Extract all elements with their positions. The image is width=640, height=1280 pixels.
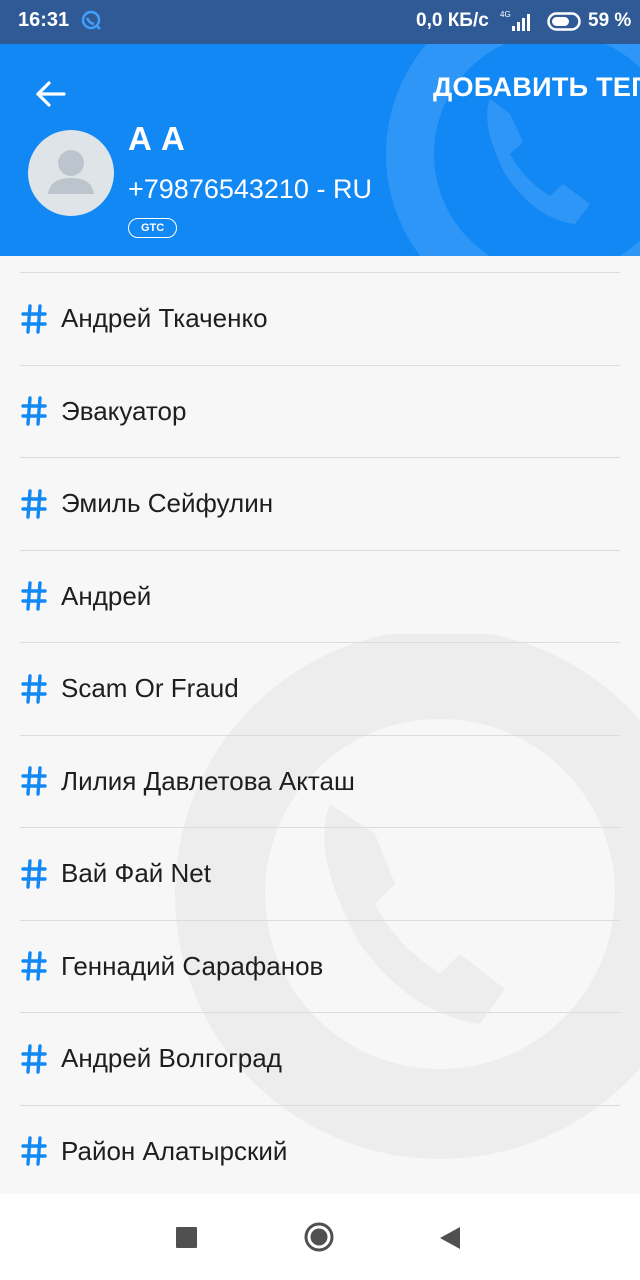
person-icon <box>48 150 94 194</box>
app-notification-icon <box>81 10 101 30</box>
tag-row[interactable]: Эвакуатор <box>20 366 620 458</box>
hashtag-icon <box>21 951 47 981</box>
tag-row[interactable]: Андрей Волгоград <box>20 1013 620 1106</box>
tag-row[interactable]: Scam Or Fraud <box>20 643 620 736</box>
tag-label: Андрей <box>61 580 152 611</box>
hashtag-icon <box>21 396 47 426</box>
tag-label: Эвакуатор <box>61 395 187 426</box>
tag-label: Андрей Ткаченко <box>61 303 268 334</box>
hashtag-icon <box>21 304 47 334</box>
tag-label: Scam Or Fraud <box>61 673 239 704</box>
network-speed: 0,0 КБ/с <box>416 10 489 31</box>
tag-row[interactable]: Вай Фай Net <box>20 828 620 921</box>
status-time: 16:31 <box>18 9 70 31</box>
tag-row[interactable]: Эмиль Сейфулин <box>20 458 620 551</box>
add-tag-button[interactable]: ДОБАВИТЬ ТЕГ <box>433 72 640 103</box>
back-arrow-icon[interactable] <box>28 72 72 116</box>
tag-label: Эмиль Сейфулин <box>61 488 274 519</box>
tag-label: Геннадий Сарафанов <box>61 950 324 981</box>
contact-header: ДОБАВИТЬ ТЕГ А А +79876543210 - RU GTC <box>0 44 640 256</box>
tag-label: Вай Фай Net <box>61 858 211 889</box>
avatar <box>28 130 114 216</box>
hashtag-icon <box>21 1136 47 1166</box>
battery-icon <box>547 12 581 31</box>
hashtag-icon <box>21 581 47 611</box>
battery-percent: 59 % <box>588 10 632 31</box>
hashtag-icon <box>21 489 47 519</box>
tag-label: Район Алатырский <box>61 1135 288 1166</box>
tag-row[interactable]: Андрей <box>20 551 620 643</box>
signal-icon: 4G <box>500 10 530 31</box>
back-triangle-icon[interactable] <box>439 1226 461 1250</box>
tag-row[interactable]: Андрей Ткаченко <box>20 273 620 366</box>
status-bar: 16:31 0,0 КБ/с 4G 59 % <box>0 0 640 44</box>
hashtag-icon <box>21 1044 47 1074</box>
hashtag-icon <box>21 674 47 704</box>
hashtag-icon <box>21 766 47 796</box>
contact-name: А А <box>128 120 185 157</box>
operator-badge: GTC <box>128 218 178 238</box>
tag-label: Андрей Волгоград <box>61 1043 282 1074</box>
tag-label: Лилия Давлетова Акташ <box>61 765 355 796</box>
tag-rows: Андрей Ткаченко Эвакуатор Эмиль Сейфулин Ан… <box>0 273 640 1194</box>
recent-apps-square-icon[interactable] <box>176 1227 197 1248</box>
tag-list: Андрей Ткаченко Эвакуатор Эмиль Сейфулин Ан… <box>0 256 640 1194</box>
network-type: 4G <box>500 10 511 19</box>
contact-phone: +79876543210 - RU <box>128 174 372 204</box>
hashtag-icon <box>21 859 47 889</box>
tag-row[interactable]: Лилия Давлетова Акташ <box>20 736 620 828</box>
navigation-bar <box>0 1194 640 1280</box>
tag-row[interactable]: Район Алатырский <box>20 1106 620 1195</box>
tag-row[interactable]: Геннадий Сарафанов <box>20 921 620 1013</box>
home-circle-icon[interactable] <box>304 1222 334 1252</box>
